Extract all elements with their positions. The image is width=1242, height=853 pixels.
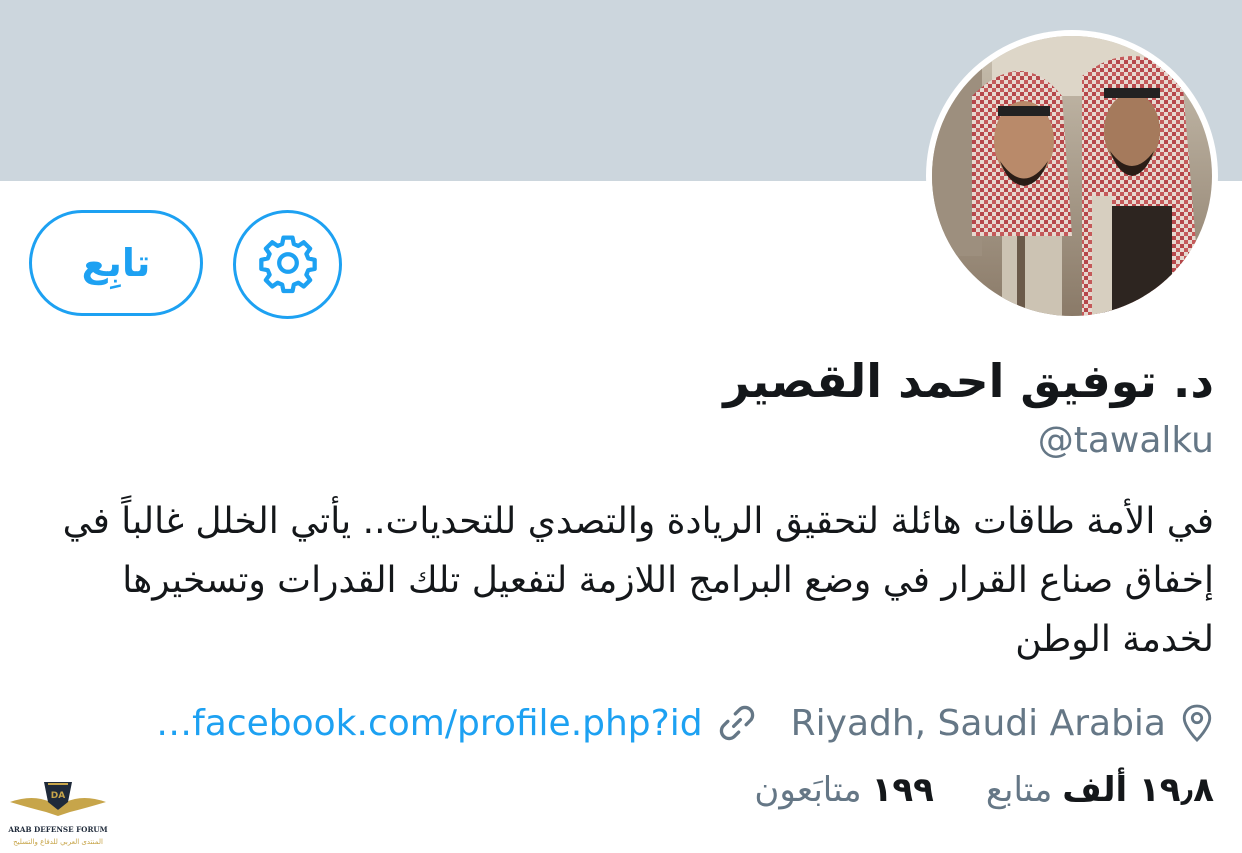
link-icon — [717, 703, 757, 743]
following-stat[interactable]: ١٩٩ متابَعون — [754, 770, 934, 810]
settings-button[interactable] — [233, 210, 342, 319]
watermark-logo: DA ARAB DEFENSE FORUM المنتدى العربي للد… — [7, 772, 108, 848]
website-link[interactable]: …facebook.com/profile.php?id — [156, 703, 703, 744]
profile-location: Riyadh, Saudi Arabia — [791, 703, 1214, 744]
followers-count: ١٩٫٨ ألف — [1062, 770, 1214, 810]
watermark-monogram: DA — [51, 791, 65, 801]
profile-website[interactable]: …facebook.com/profile.php?id — [156, 703, 757, 744]
gear-icon — [256, 231, 320, 299]
profile-avatar[interactable] — [926, 30, 1218, 322]
watermark-title: ARAB DEFENSE FORUM — [8, 825, 108, 834]
profile-display-name: د. توفيق احمد القصير — [723, 354, 1214, 408]
profile-stats: ١٩٩ متابَعون ١٩٫٨ ألف متابع — [754, 770, 1214, 810]
followers-label: متابع — [985, 770, 1053, 810]
following-label: متابَعون — [754, 770, 862, 810]
location-text: Riyadh, Saudi Arabia — [790, 702, 1166, 744]
location-pin-icon — [1180, 703, 1214, 743]
profile-bio: في الأمة طاقات هائلة لتحقيق الريادة والت… — [62, 501, 1214, 660]
profile-handle: @tawalku — [1037, 420, 1214, 461]
followers-stat[interactable]: ١٩٫٨ ألف متابع — [986, 770, 1214, 810]
avatar-photo — [932, 36, 1212, 316]
profile-meta: Riyadh, Saudi Arabia …facebook.com/profi… — [156, 698, 1214, 748]
follow-button[interactable]: تابِع — [29, 210, 203, 316]
watermark-subtitle: المنتدى العربي للدفاع والتسليح — [13, 838, 103, 846]
following-count: ١٩٩ — [871, 770, 934, 810]
follow-button-label: تابِع — [81, 241, 151, 285]
